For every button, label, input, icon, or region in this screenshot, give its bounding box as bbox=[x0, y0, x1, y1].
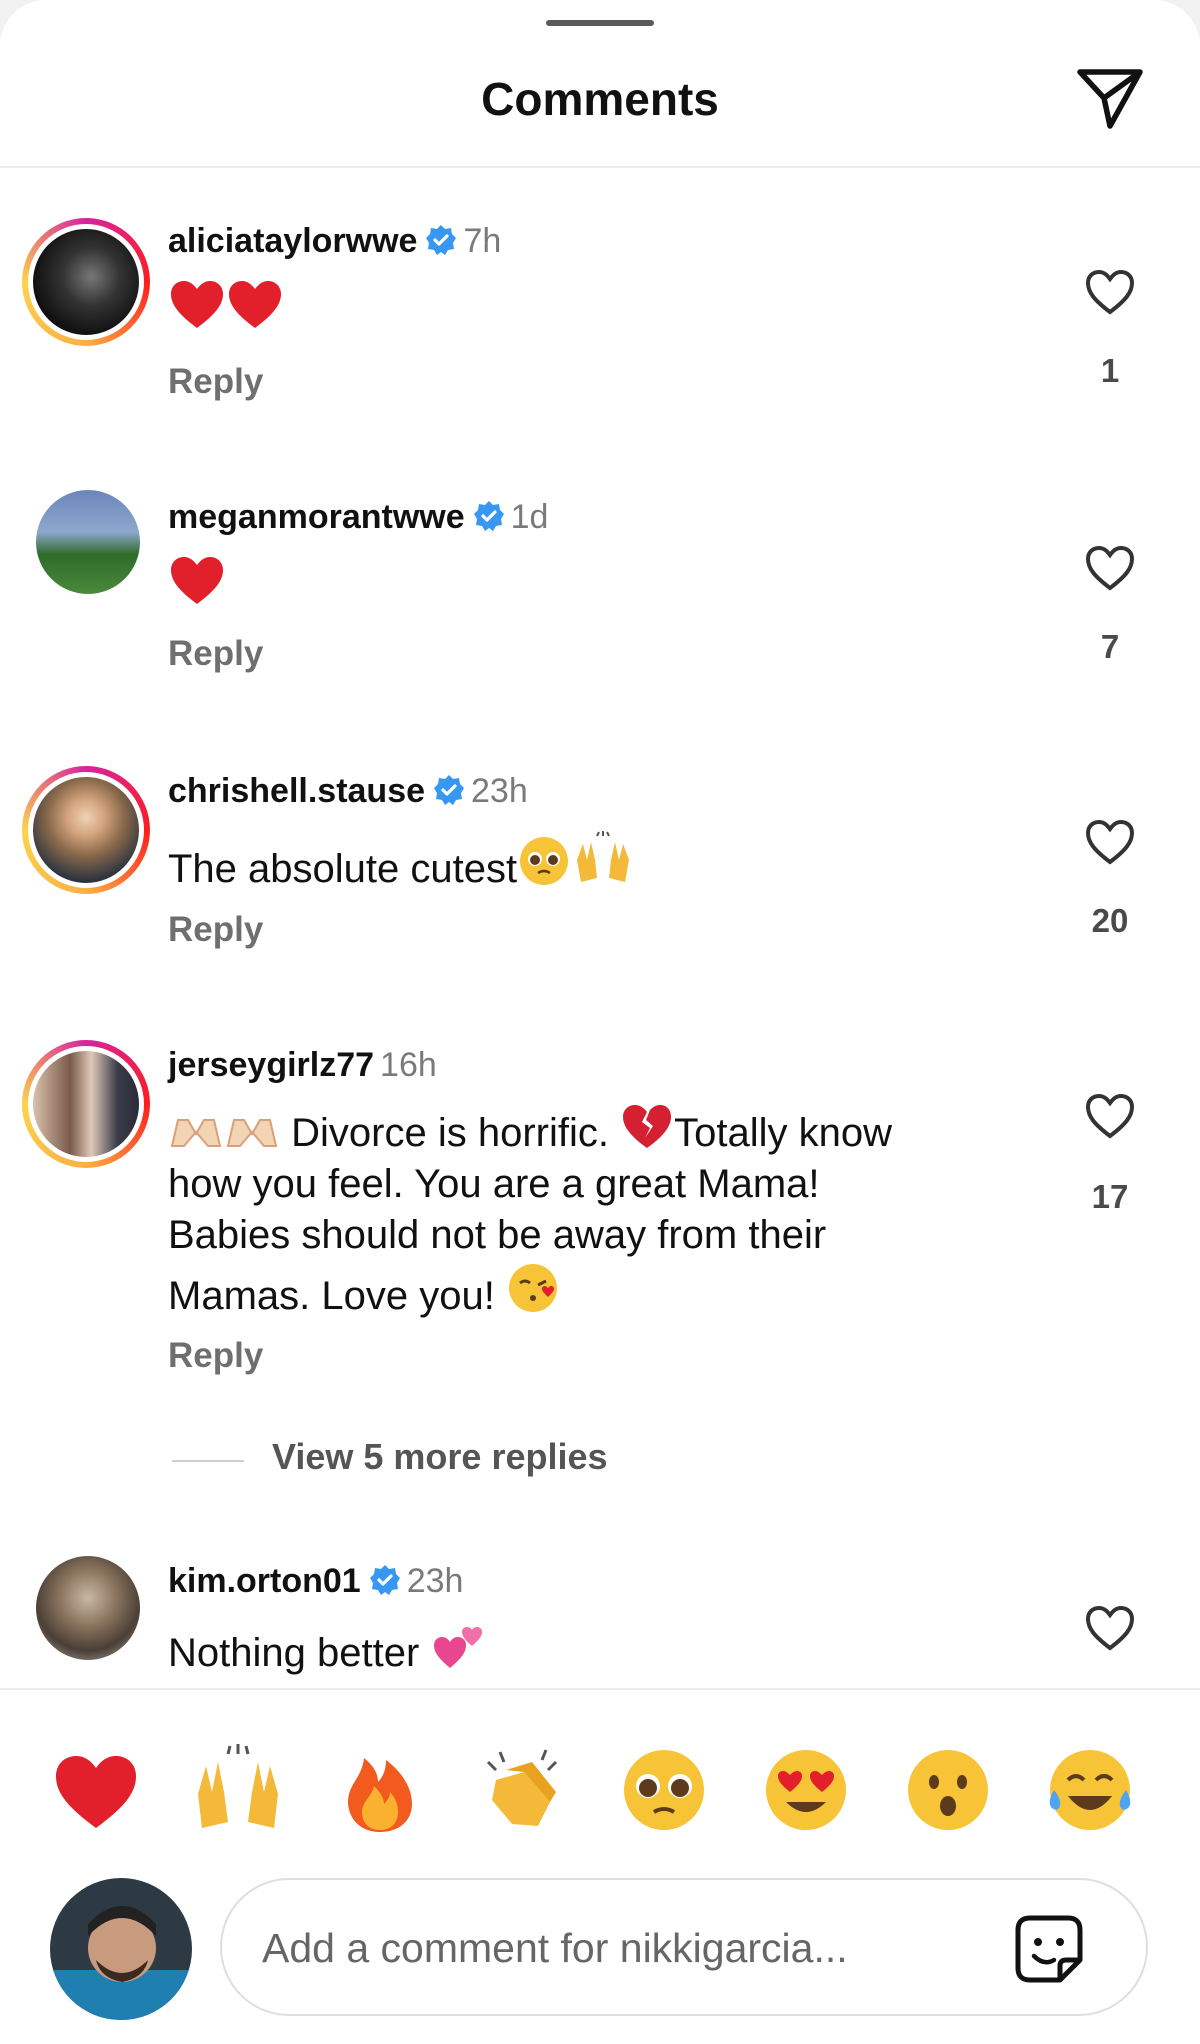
heart-hands-emoji-icon bbox=[226, 1119, 278, 1147]
reply-button[interactable]: Reply bbox=[168, 1336, 263, 1376]
comment-username[interactable]: chrishell.stause bbox=[168, 772, 425, 810]
fire-emoji-button[interactable] bbox=[330, 1740, 430, 1840]
heart-emoji-button[interactable] bbox=[46, 1740, 146, 1840]
like-count: 17 bbox=[1091, 1178, 1129, 1215]
comment-username[interactable]: jerseygirlz77 bbox=[168, 1046, 374, 1084]
paper-plane-icon[interactable] bbox=[1074, 64, 1146, 132]
like-heart-icon[interactable] bbox=[1084, 818, 1136, 866]
comment-time: 1d bbox=[510, 498, 549, 536]
like-heart-icon[interactable] bbox=[1084, 268, 1136, 316]
reply-button[interactable]: Reply bbox=[168, 910, 263, 950]
comment-time: 23h bbox=[471, 772, 528, 810]
kissing-face-emoji-icon bbox=[508, 1264, 557, 1312]
like-heart-icon[interactable] bbox=[1084, 1604, 1136, 1652]
emoji-reaction-bar bbox=[0, 1740, 1200, 1850]
comment-input[interactable] bbox=[262, 1920, 1002, 1976]
verified-badge-icon bbox=[473, 501, 504, 531]
composer-divider bbox=[0, 1688, 1200, 1690]
comment-time: 7h bbox=[463, 222, 502, 260]
comment-username[interactable]: meganmorantwwe bbox=[168, 498, 465, 536]
comment-time: 23h bbox=[406, 1562, 464, 1600]
broken-heart-emoji-icon bbox=[623, 1105, 672, 1148]
two-hearts-emoji-icon bbox=[434, 1627, 483, 1668]
verified-badge-icon bbox=[369, 1565, 400, 1595]
avatar[interactable] bbox=[22, 1040, 150, 1168]
current-user-avatar-image bbox=[50, 1878, 192, 2020]
tears-of-joy-emoji-button[interactable] bbox=[1040, 1740, 1140, 1840]
comment-composer bbox=[220, 1878, 1148, 2016]
comments-sheet: Comments aliciataylorwwe 7h Reply 1 megan… bbox=[0, 0, 1200, 2044]
pleading-face-emoji-icon bbox=[520, 837, 569, 885]
view-more-replies[interactable]: View 5 more replies bbox=[172, 1436, 872, 1486]
comment-text: Nothing better bbox=[168, 1618, 488, 1679]
raising-hands-emoji-icon bbox=[577, 831, 630, 882]
heart-emoji-icon bbox=[171, 281, 223, 328]
comment-username[interactable]: kim.orton01 bbox=[168, 1562, 361, 1600]
comment-text bbox=[168, 278, 284, 339]
page-title: Comments bbox=[481, 73, 719, 125]
like-count: 1 bbox=[1100, 352, 1120, 389]
heart-hands-emoji-icon bbox=[170, 1119, 222, 1147]
avatar[interactable] bbox=[36, 1556, 140, 1660]
raising-hands-emoji-button[interactable] bbox=[188, 1740, 288, 1840]
header: Comments bbox=[0, 0, 1200, 168]
comment-line: Divorce is horrific. Totally know bbox=[168, 1102, 892, 1159]
comment-text bbox=[168, 554, 226, 615]
avatar[interactable] bbox=[36, 490, 140, 594]
heart-emoji-icon bbox=[229, 281, 281, 328]
comment-text-part: Mamas. Love you! bbox=[168, 1274, 495, 1318]
like-heart-icon[interactable] bbox=[1084, 1092, 1136, 1140]
verified-badge-icon bbox=[426, 225, 457, 255]
comment-text-content: Nothing better bbox=[168, 1631, 420, 1675]
comment-text-part: Divorce is horrific. bbox=[291, 1111, 609, 1155]
view-more-replies-label[interactable]: View 5 more replies bbox=[272, 1436, 608, 1478]
reply-button[interactable]: Reply bbox=[168, 362, 263, 402]
comment-line: Mamas. Love you! bbox=[168, 1261, 892, 1322]
avatar[interactable] bbox=[22, 218, 150, 346]
surprised-face-emoji-button[interactable] bbox=[898, 1740, 998, 1840]
clapping-hands-emoji-button[interactable] bbox=[472, 1740, 572, 1840]
comment-text-content: The absolute cutest bbox=[168, 847, 518, 891]
sticker-icon[interactable] bbox=[1008, 1908, 1090, 1990]
reply-button[interactable]: Reply bbox=[168, 634, 263, 674]
like-heart-icon[interactable] bbox=[1084, 544, 1136, 592]
avatar[interactable] bbox=[22, 766, 150, 894]
comment-time: 16h bbox=[380, 1046, 437, 1084]
like-count: 7 bbox=[1100, 628, 1120, 665]
comment-text-part: Totally know bbox=[674, 1111, 892, 1155]
comment-username[interactable]: aliciataylorwwe bbox=[168, 222, 417, 260]
replies-divider bbox=[172, 1460, 244, 1462]
comment-text: The absolute cutest bbox=[168, 830, 635, 895]
pleading-face-emoji-button[interactable] bbox=[614, 1740, 714, 1840]
comment-line: Babies should not be away from their bbox=[168, 1213, 827, 1257]
like-count: 20 bbox=[1091, 902, 1129, 939]
heart-emoji-icon bbox=[171, 557, 223, 604]
verified-badge-icon bbox=[434, 775, 465, 805]
comment-text: Divorce is horrific. Totally know how yo… bbox=[168, 1102, 892, 1322]
heart-eyes-emoji-button[interactable] bbox=[756, 1740, 856, 1840]
comment-line: how you feel. You are a great Mama! bbox=[168, 1162, 820, 1206]
current-user-avatar[interactable] bbox=[50, 1878, 192, 2020]
